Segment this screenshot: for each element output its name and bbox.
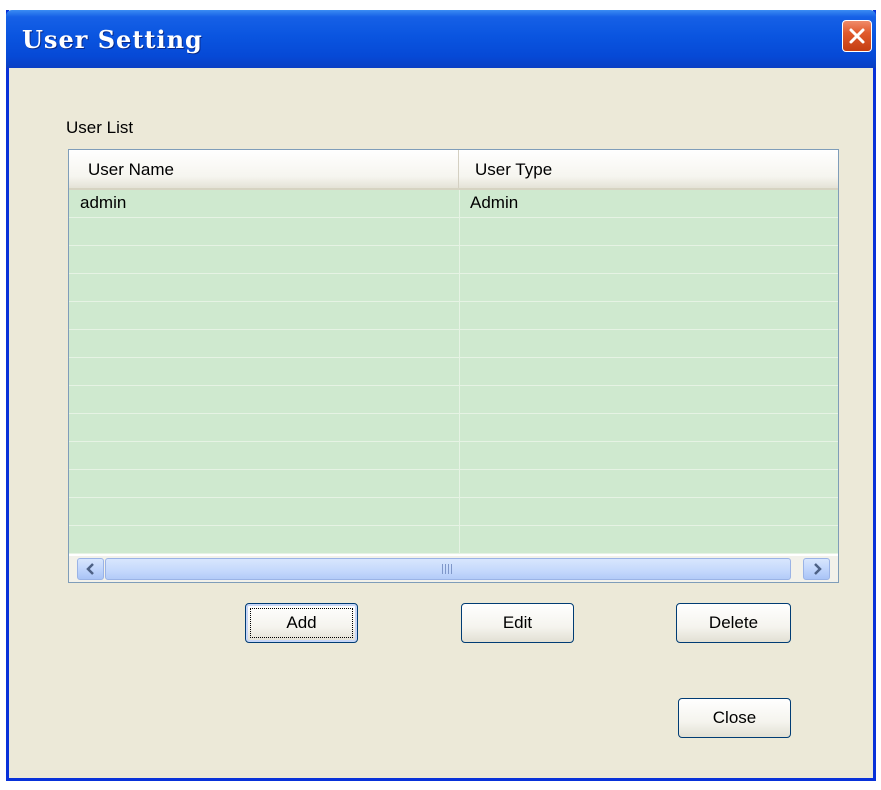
cell-user-name: admin (80, 193, 127, 212)
window-title: User Setting (22, 25, 203, 54)
cell-user-type: Admin (470, 193, 519, 212)
edit-button[interactable]: Edit (461, 603, 574, 643)
close-button-label: Close (712, 708, 757, 727)
delete-button[interactable]: Delete (676, 603, 791, 643)
arrow-left-icon (85, 563, 94, 575)
horizontal-scrollbar[interactable] (69, 555, 838, 582)
grip-icon (442, 564, 454, 574)
title-bar[interactable]: User Setting (6, 10, 876, 68)
window-close-button[interactable] (842, 20, 872, 52)
close-button[interactable]: Close (678, 698, 791, 738)
user-list-table[interactable]: User Name User Type admin Admin (68, 149, 839, 583)
column-header-user-name[interactable]: User Name (69, 150, 459, 188)
column-header-user-type[interactable]: User Type (459, 150, 838, 188)
edit-button-label: Edit (502, 613, 533, 632)
user-list-label: User List (66, 118, 134, 137)
close-x-icon (849, 28, 865, 44)
delete-button-label: Delete (708, 613, 759, 632)
add-button-label: Add (286, 613, 317, 632)
scroll-right-button[interactable] (803, 558, 830, 580)
table-header: User Name User Type (69, 150, 838, 190)
table-body: admin Admin (69, 190, 838, 554)
scrollbar-thumb[interactable] (105, 558, 791, 580)
scroll-left-button[interactable] (77, 558, 104, 580)
arrow-right-icon (813, 563, 822, 575)
table-row[interactable]: admin Admin (69, 191, 838, 219)
user-setting-dialog: User Setting User List User Name User Ty… (6, 10, 876, 781)
add-button[interactable]: Add (245, 603, 358, 643)
column-divider (459, 190, 460, 554)
